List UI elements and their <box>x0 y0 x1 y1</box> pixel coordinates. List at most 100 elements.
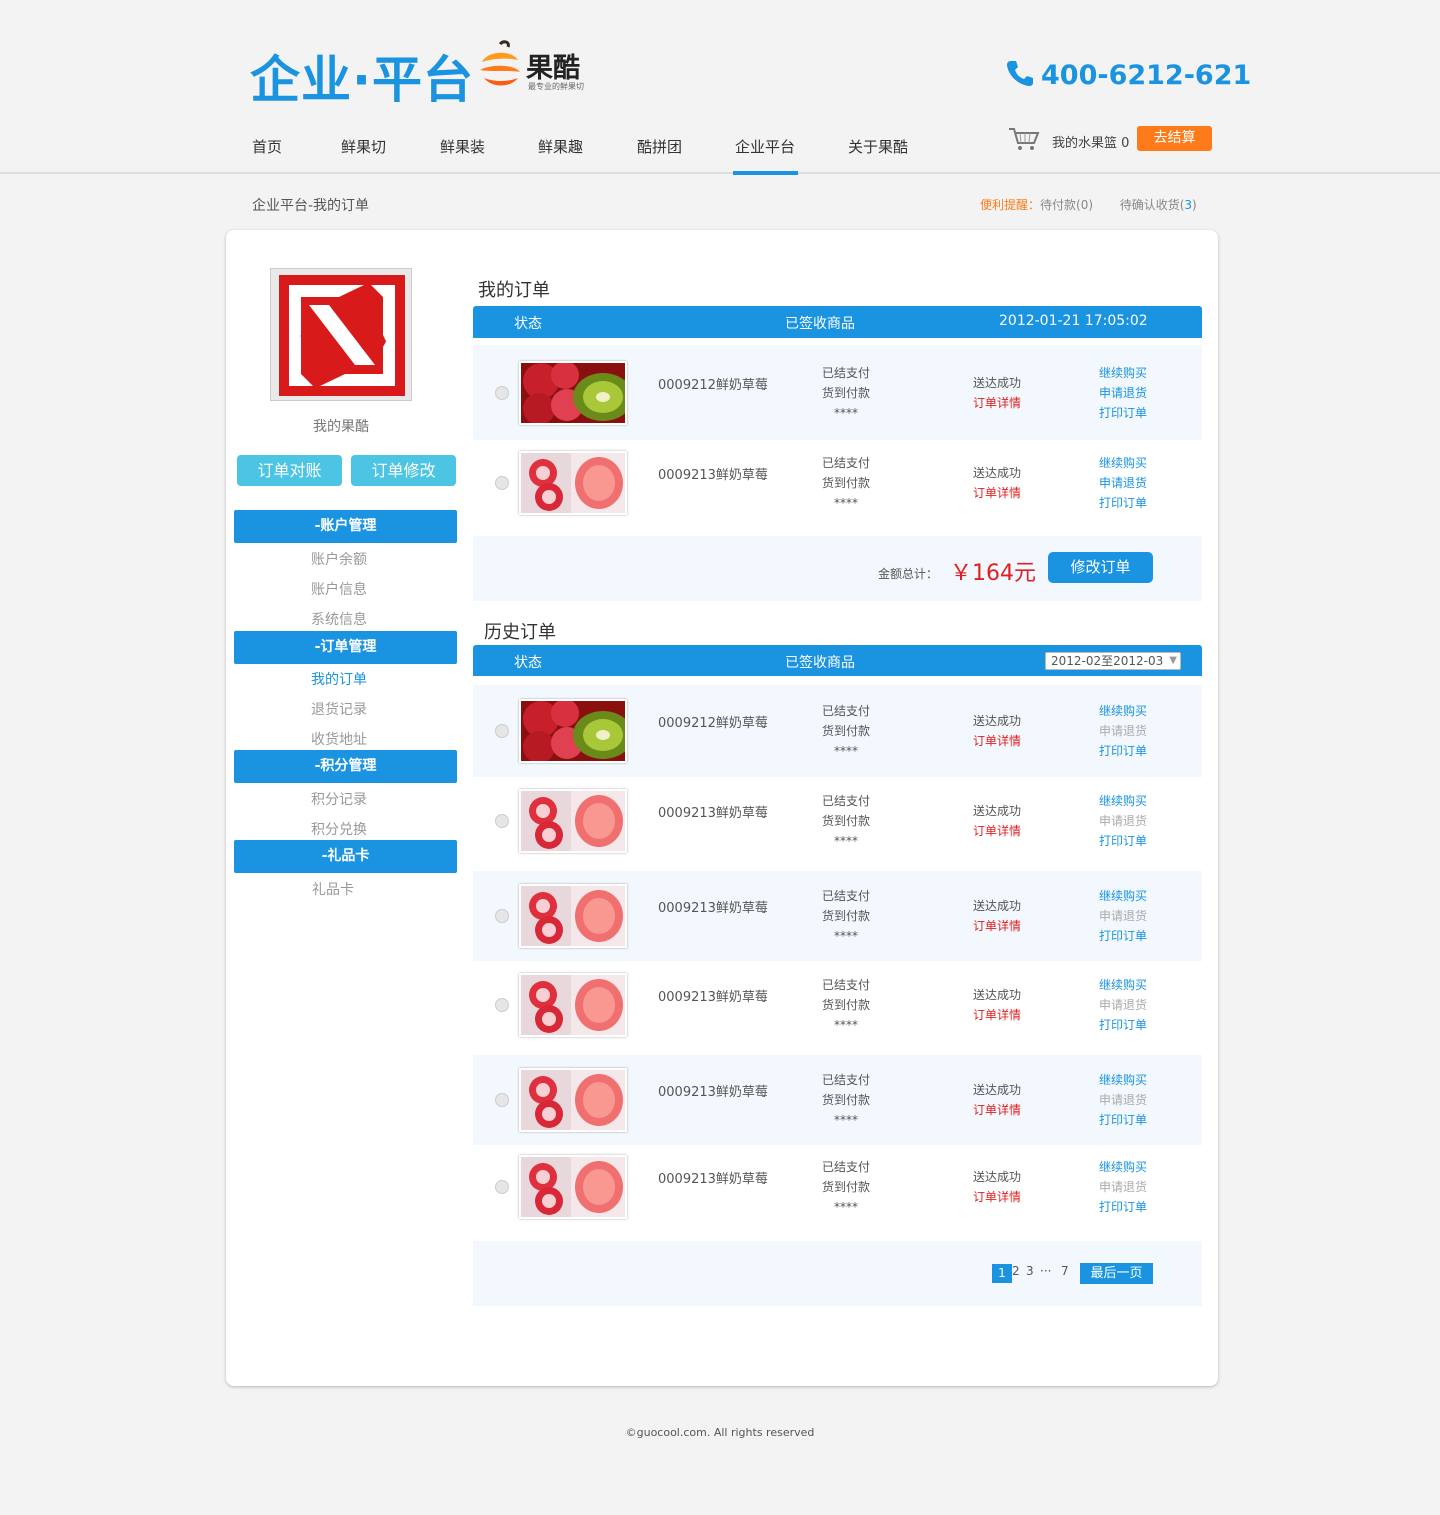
last-page-button[interactable]: 最后一页 <box>1080 1263 1153 1284</box>
menu-item-balance[interactable]: 账户余额 <box>234 549 444 569</box>
menu-orders[interactable]: -订单管理 <box>234 631 457 664</box>
product-code[interactable]: 0009213鲜奶草莓 <box>658 802 768 821</box>
brand-logo[interactable]: 果酷 最专业的鲜果切 <box>474 34 604 94</box>
request-return-link[interactable]: 申请退货 <box>1099 1177 1147 1197</box>
page-7[interactable]: 7 <box>1061 1264 1069 1278</box>
menu-item-account-info[interactable]: 账户信息 <box>234 579 444 599</box>
buy-again-link[interactable]: 继续购买 <box>1099 975 1147 995</box>
menu-account[interactable]: -账户管理 <box>234 510 457 543</box>
product-thumbnail[interactable] <box>519 884 627 948</box>
avatar-logo <box>279 275 405 396</box>
print-order-link[interactable]: 打印订单 <box>1099 926 1147 946</box>
pending-payment-link[interactable]: 待付款(0) <box>1040 198 1093 212</box>
order-reconcile-button[interactable]: 订单对账 <box>237 455 342 486</box>
buy-again-link[interactable]: 继续购买 <box>1099 791 1147 811</box>
product-thumbnail[interactable] <box>519 789 627 853</box>
order-detail-link[interactable]: 订单详情 <box>973 1187 1021 1207</box>
print-order-link[interactable]: 打印订单 <box>1099 831 1147 851</box>
page-3[interactable]: 3 <box>1026 1264 1034 1278</box>
buy-again-link[interactable]: 继续购买 <box>1099 363 1147 383</box>
buy-again-link[interactable]: 继续购买 <box>1099 886 1147 906</box>
request-return-link[interactable]: 申请退货 <box>1099 1090 1147 1110</box>
menu-item-returns[interactable]: 退货记录 <box>234 699 444 719</box>
print-order-link[interactable]: 打印订单 <box>1099 1110 1147 1130</box>
nav-fresh-fun[interactable]: 鲜果趣 <box>538 136 583 157</box>
order-detail-link[interactable]: 订单详情 <box>973 483 1021 503</box>
row-select-radio[interactable] <box>495 1093 509 1107</box>
nav-group-buy[interactable]: 酷拼团 <box>637 136 682 157</box>
payment-masked: **** <box>834 496 858 510</box>
print-order-link[interactable]: 打印订单 <box>1099 493 1147 513</box>
product-code[interactable]: 0009213鲜奶草莓 <box>658 464 768 483</box>
nav-home[interactable]: 首页 <box>252 136 282 157</box>
page-2[interactable]: 2 <box>1012 1264 1020 1278</box>
product-code[interactable]: 0009213鲜奶草莓 <box>658 986 768 1005</box>
row-select-radio[interactable] <box>495 476 509 490</box>
order-detail-link[interactable]: 订单详情 <box>973 1005 1021 1025</box>
request-return-link[interactable]: 申请退货 <box>1099 906 1147 926</box>
menu-item-points-exchange[interactable]: 积分兑换 <box>234 819 444 839</box>
history-title: 历史订单 <box>484 622 556 643</box>
menu-item-my-orders[interactable]: 我的订单 <box>234 669 444 689</box>
buy-again-link[interactable]: 继续购买 <box>1099 453 1147 473</box>
request-return-link[interactable]: 申请退货 <box>1099 473 1147 493</box>
row-select-radio[interactable] <box>495 998 509 1012</box>
print-order-link[interactable]: 打印订单 <box>1099 741 1147 761</box>
order-detail-link[interactable]: 订单详情 <box>973 821 1021 841</box>
payment-masked: **** <box>834 834 858 848</box>
product-image <box>521 363 625 423</box>
date-range-select[interactable]: 2012-02至2012-03 ▼ <box>1045 652 1181 670</box>
payment-info: 已结支付 货到付款 **** <box>821 886 871 946</box>
row-select-radio[interactable] <box>495 724 509 738</box>
request-return-link[interactable]: 申请退货 <box>1099 811 1147 831</box>
page-current[interactable]: 1 <box>992 1264 1012 1283</box>
product-thumbnail[interactable] <box>519 973 627 1037</box>
menu-giftcard[interactable]: -礼品卡 <box>234 840 457 873</box>
product-code[interactable]: 0009213鲜奶草莓 <box>658 897 768 916</box>
product-thumbnail[interactable] <box>519 1155 627 1219</box>
nav-fresh-pack[interactable]: 鲜果装 <box>440 136 485 157</box>
product-code[interactable]: 0009213鲜奶草莓 <box>658 1168 768 1187</box>
product-thumbnail[interactable] <box>519 451 627 515</box>
menu-item-system-info[interactable]: 系统信息 <box>234 609 444 629</box>
nav-fresh-cut[interactable]: 鲜果切 <box>341 136 386 157</box>
shipping-info: 送达成功 订单详情 <box>973 1167 1021 1207</box>
modify-order-button[interactable]: 修改订单 <box>1048 552 1153 583</box>
product-thumbnail[interactable] <box>519 699 627 763</box>
product-image <box>521 1070 625 1130</box>
buy-again-link[interactable]: 继续购买 <box>1099 701 1147 721</box>
menu-item-address[interactable]: 收货地址 <box>234 729 444 749</box>
product-code[interactable]: 0009213鲜奶草莓 <box>658 1081 768 1100</box>
menu-item-points-record[interactable]: 积分记录 <box>234 789 444 809</box>
menu-item-giftcard[interactable]: 礼品卡 <box>234 879 432 899</box>
order-detail-link[interactable]: 订单详情 <box>973 393 1021 413</box>
payment-status: 已结支付 <box>821 704 870 718</box>
print-order-link[interactable]: 打印订单 <box>1099 1015 1147 1035</box>
checkout-button[interactable]: 去结算 <box>1137 126 1212 151</box>
menu-points[interactable]: -积分管理 <box>234 750 457 783</box>
order-detail-link[interactable]: 订单详情 <box>973 1100 1021 1120</box>
pending-receipt-link[interactable]: 待确认收货(3) <box>1120 198 1197 212</box>
product-thumbnail[interactable] <box>519 1068 627 1132</box>
order-modify-button[interactable]: 订单修改 <box>351 455 456 486</box>
row-select-radio[interactable] <box>495 386 509 400</box>
product-thumbnail[interactable] <box>519 361 627 425</box>
order-detail-link[interactable]: 订单详情 <box>973 731 1021 751</box>
nav-enterprise[interactable]: 企业平台 <box>735 136 795 157</box>
buy-again-link[interactable]: 继续购买 <box>1099 1070 1147 1090</box>
product-code[interactable]: 0009212鲜奶草莓 <box>658 712 768 731</box>
request-return-link[interactable]: 申请退货 <box>1099 995 1147 1015</box>
buy-again-link[interactable]: 继续购买 <box>1099 1157 1147 1177</box>
request-return-link[interactable]: 申请退货 <box>1099 383 1147 403</box>
row-select-radio[interactable] <box>495 909 509 923</box>
product-code[interactable]: 0009212鲜奶草莓 <box>658 374 768 393</box>
row-select-radio[interactable] <box>495 814 509 828</box>
order-detail-link[interactable]: 订单详情 <box>973 916 1021 936</box>
request-return-link[interactable]: 申请退货 <box>1099 721 1147 741</box>
print-order-link[interactable]: 打印订单 <box>1099 403 1147 423</box>
row-select-radio[interactable] <box>495 1180 509 1194</box>
print-order-link[interactable]: 打印订单 <box>1099 1197 1147 1217</box>
nav-about[interactable]: 关于果酷 <box>848 136 908 157</box>
company-logo-icon <box>279 275 405 396</box>
cart[interactable]: 我的水果篮 0 <box>1008 126 1129 152</box>
